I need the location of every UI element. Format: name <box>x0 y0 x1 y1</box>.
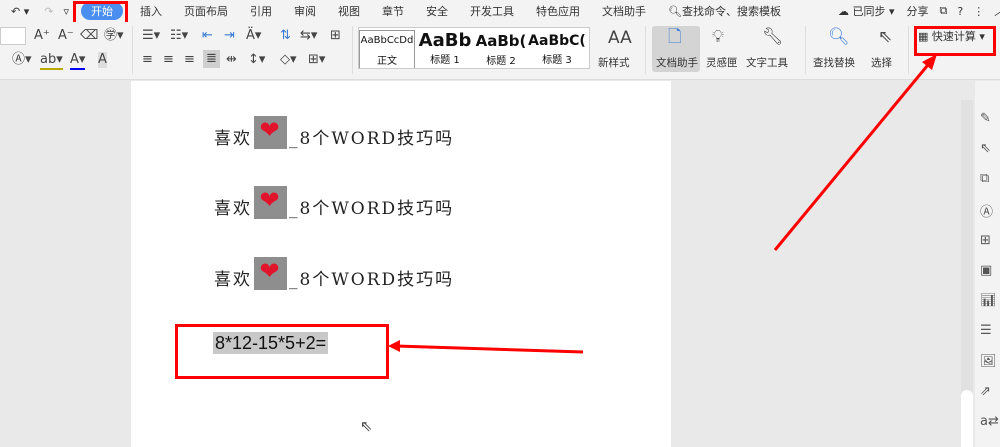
annotation-arrows <box>388 54 937 354</box>
arrowhead <box>388 340 400 352</box>
arrow-to-quick-calc <box>773 59 934 251</box>
arrow-to-formula <box>395 344 584 354</box>
